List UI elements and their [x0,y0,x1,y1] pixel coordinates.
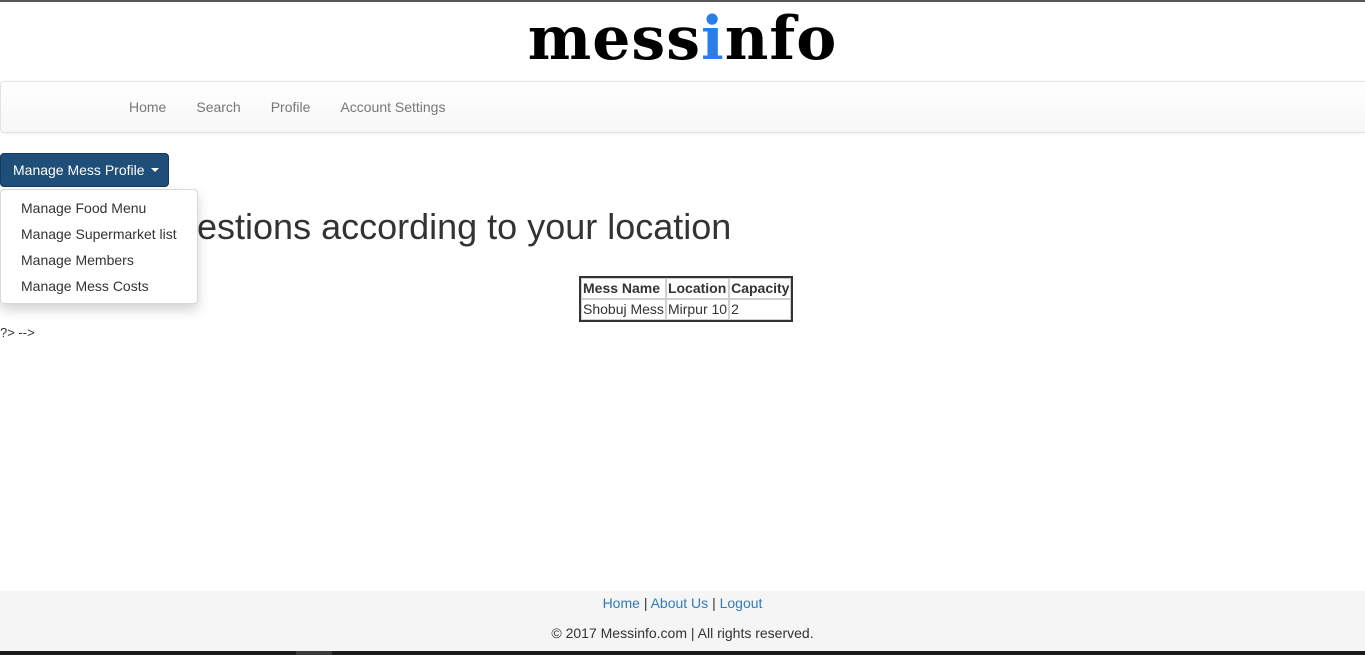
stray-code-text: ?> --> [0,325,35,340]
column-header-location: Location [665,278,730,299]
window-top-border [0,0,1365,2]
footer-link-home[interactable]: Home [603,595,640,611]
menu-item-manage-food-menu[interactable]: Manage Food Menu [1,195,197,221]
cell-capacity: 2 [729,299,792,320]
nav-menu: Home Search Profile Account Settings [114,82,460,132]
manage-mess-profile-button[interactable]: Manage Mess Profile [0,153,169,187]
taskbar-strip [0,651,1365,655]
mess-table: Mess Name Location Capacity Shobuj Mess … [579,276,794,322]
column-header-mess-name: Mess Name [581,278,666,299]
caret-down-icon [151,168,160,173]
menu-item-manage-mess-costs[interactable]: Manage Mess Costs [1,273,197,299]
footer-link-about-us[interactable]: About Us [651,595,709,611]
page-heading: estions according to your location [197,206,732,247]
footer: Home | About Us | Logout © 2017 Messinfo… [0,591,1365,651]
menu-item-manage-supermarket-list[interactable]: Manage Supermarket list [1,221,197,247]
manage-dropdown-menu: Manage Food Menu Manage Supermarket list… [0,189,198,304]
menu-item-manage-members[interactable]: Manage Members [1,247,197,273]
logo-text-prefix: mess [527,4,701,74]
footer-separator: | [712,595,716,611]
cell-mess-name: Shobuj Mess [581,299,666,320]
footer-link-logout[interactable]: Logout [720,595,763,611]
nav-home[interactable]: Home [114,82,181,132]
footer-links: Home | About Us | Logout [0,591,1365,613]
copyright-text: © 2017 Messinfo.com | All rights reserve… [551,625,814,641]
cell-location: Mirpur 10 [665,299,730,320]
logo-text-suffix: nfo [724,4,838,74]
table-row: Shobuj Mess Mirpur 10 2 [581,299,792,320]
taskbar-segment [296,651,332,655]
nav-profile[interactable]: Profile [256,82,326,132]
manage-mess-profile-label: Manage Mess Profile [13,162,145,178]
nav-search[interactable]: Search [181,82,255,132]
footer-separator: | [643,595,648,611]
nav-account-settings[interactable]: Account Settings [325,82,460,132]
table-header-row: Mess Name Location Capacity [581,278,792,299]
navbar: Home Search Profile Account Settings [0,81,1365,133]
column-header-capacity: Capacity [729,278,792,299]
logo-text-highlight: i [700,4,725,74]
site-logo[interactable]: messinfo [0,8,1365,70]
